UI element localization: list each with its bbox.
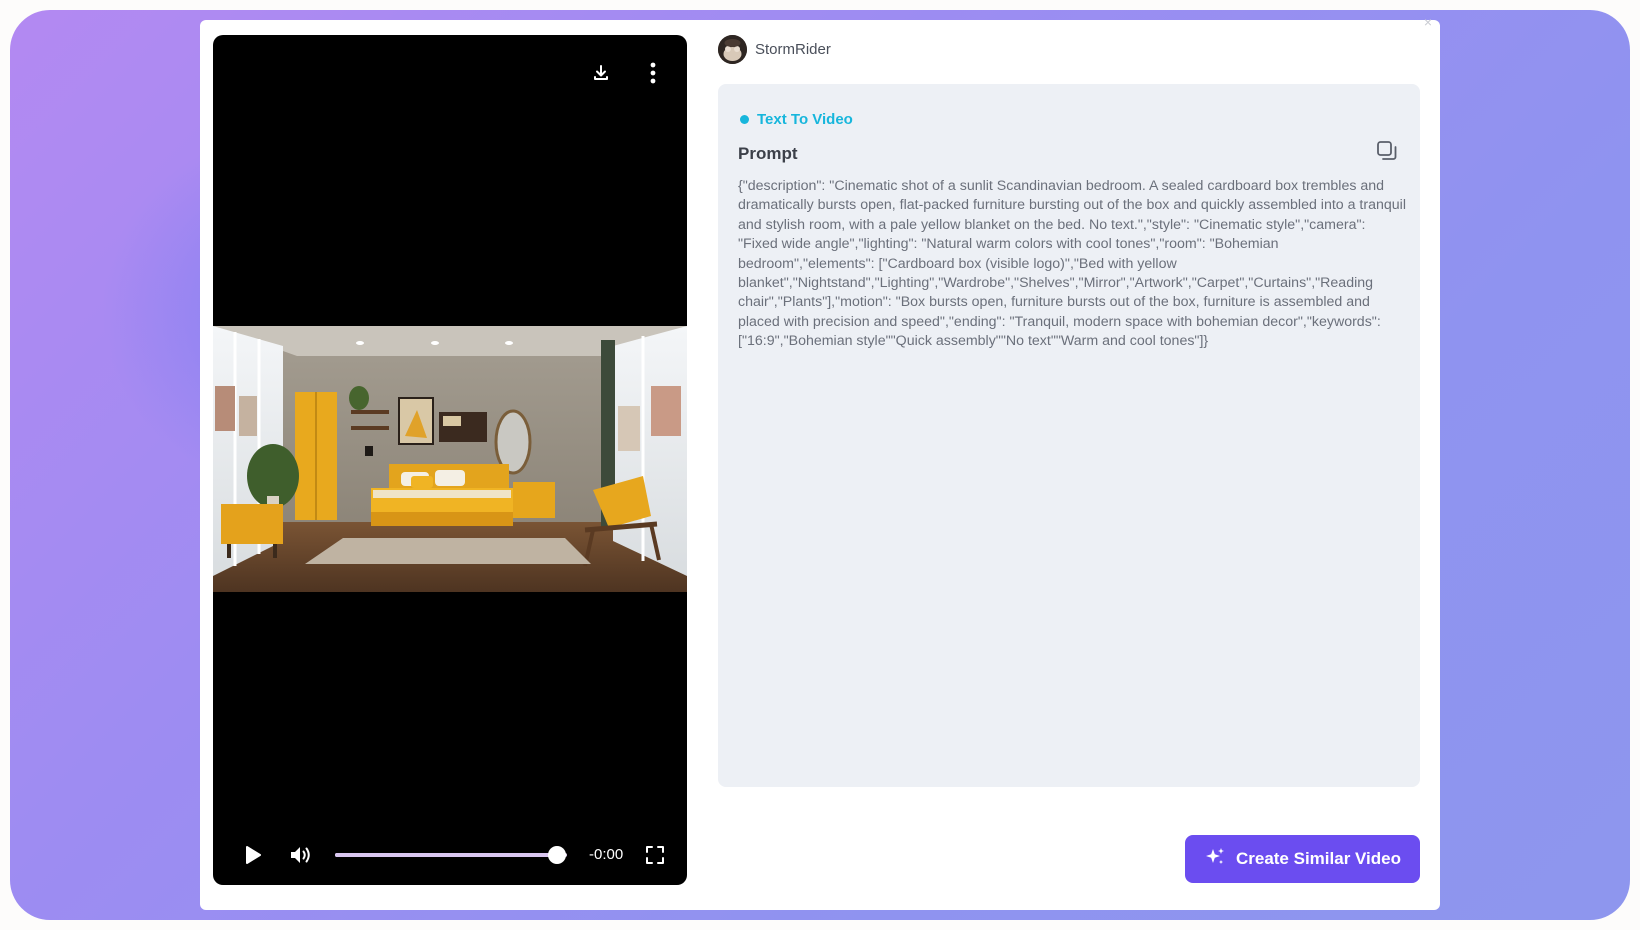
volume-icon[interactable] — [289, 843, 313, 867]
tag-dot-icon — [740, 115, 749, 124]
username[interactable]: StormRider — [755, 41, 831, 58]
create-similar-video-button[interactable]: Create Similar Video — [1185, 835, 1420, 883]
prompt-text: {"description": "Cinematic shot of a sun… — [738, 178, 1406, 350]
copy-icon[interactable] — [1376, 140, 1398, 162]
video-detail-modal: × -0:00 StormRider Text To Video Prompt … — [200, 14, 1440, 910]
video-frame-bedroom — [213, 326, 687, 592]
playback-progress-bar[interactable] — [335, 846, 567, 864]
video-player[interactable]: -0:00 — [213, 35, 687, 885]
play-icon[interactable] — [241, 843, 265, 867]
player-top-controls — [589, 61, 665, 85]
fullscreen-icon[interactable] — [643, 843, 667, 867]
tag-label: Text To Video — [757, 111, 853, 128]
prompt-panel: Text To Video Prompt {"description": "Ci… — [718, 84, 1420, 787]
author-info: StormRider — [718, 35, 831, 64]
avatar[interactable] — [718, 35, 747, 64]
generation-type-tag: Text To Video — [740, 111, 853, 128]
sparkle-icon — [1204, 846, 1226, 873]
close-icon[interactable]: × — [1420, 14, 1436, 30]
more-vertical-icon[interactable] — [641, 61, 665, 85]
progress-fill — [335, 853, 557, 857]
playback-time: -0:00 — [589, 846, 624, 863]
download-icon[interactable] — [589, 61, 613, 85]
create-similar-video-label: Create Similar Video — [1235, 849, 1402, 868]
progress-knob[interactable] — [547, 846, 566, 864]
player-bottom-controls: -0:00 — [213, 825, 687, 885]
prompt-title: Prompt — [738, 144, 798, 163]
